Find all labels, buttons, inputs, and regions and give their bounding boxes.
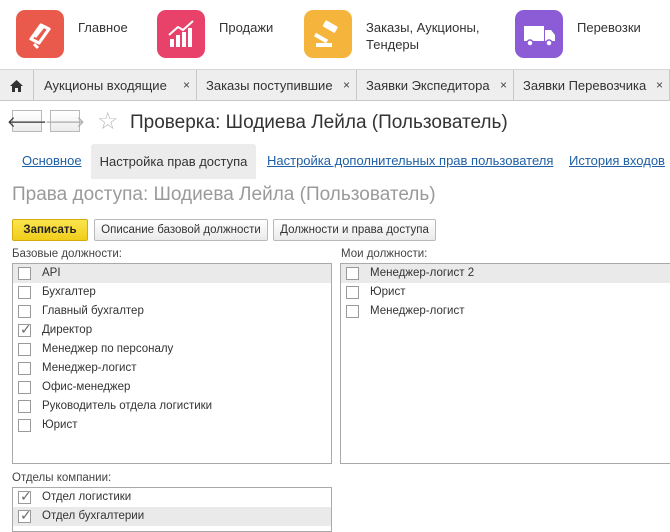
list-item[interactable]: Директор	[13, 321, 331, 340]
departments-list: Отдел логистики Отдел бухгалтерии	[12, 487, 332, 532]
list-item[interactable]: API	[13, 264, 331, 283]
list-item-label: Юрист	[370, 286, 406, 298]
list-item[interactable]: Менеджер-логист 2	[341, 264, 670, 283]
section-orders-label: Заказы, Аукционы, Тендеры	[366, 20, 480, 52]
save-button[interactable]: Записать	[12, 219, 88, 241]
tab-carrier-requests[interactable]: Заявки Перевозчика ×	[514, 70, 670, 101]
link-additional-rights[interactable]: Настройка дополнительных прав пользовате…	[267, 153, 553, 168]
section-transport-label: Перевозки	[577, 20, 641, 35]
forward-button[interactable]: 🡒	[45, 110, 85, 132]
close-icon[interactable]: ×	[656, 70, 663, 101]
checkbox[interactable]	[18, 381, 31, 394]
checkbox[interactable]	[18, 419, 31, 432]
list-item[interactable]: Офис-менеджер	[13, 378, 331, 397]
list-item-label: API	[42, 267, 61, 279]
arrow-right-icon: 🡒	[44, 112, 86, 131]
base-description-button[interactable]: Описание базовой должности	[94, 219, 268, 241]
list-item-label: Менеджер-логист	[370, 305, 465, 317]
home-button[interactable]	[0, 70, 34, 101]
home-icon	[10, 79, 23, 92]
link-login-history[interactable]: История входов	[569, 153, 665, 168]
tab-auctions-incoming[interactable]: Аукционы входящие ×	[35, 70, 197, 101]
base-positions-list: API Бухгалтер Главный бухгалтер Директор…	[12, 263, 332, 464]
list-item[interactable]: Менеджер по персоналу	[13, 340, 331, 359]
section-transport[interactable]: Перевозки	[515, 10, 670, 58]
open-windows-bar: Аукционы входящие × Заказы поступившие ×…	[0, 69, 670, 101]
close-icon[interactable]: ×	[500, 70, 507, 101]
main-icon	[16, 10, 64, 58]
list-item[interactable]: Менеджер-логист	[13, 359, 331, 378]
list-item[interactable]: Отдел бухгалтерии	[13, 507, 331, 526]
list-item-label: Менеджер-логист	[42, 362, 137, 374]
tab-forwarder-requests[interactable]: Заявки Экспедитора ×	[357, 70, 514, 101]
list-item[interactable]: Главный бухгалтер	[13, 302, 331, 321]
my-positions-list: Менеджер-логист 2 Юрист Менеджер-логист	[340, 263, 670, 464]
checkbox[interactable]	[18, 343, 31, 356]
list-item-label: Офис-менеджер	[42, 381, 131, 393]
list-item-label: Менеджер-логист 2	[370, 267, 475, 279]
my-positions-caption: Мои должности:	[341, 248, 428, 260]
checkbox[interactable]	[18, 267, 31, 280]
back-button[interactable]: 🡐	[7, 110, 47, 132]
checkbox[interactable]	[18, 305, 31, 318]
checkbox[interactable]	[18, 286, 31, 299]
positions-rights-button[interactable]: Должности и права доступа	[273, 219, 436, 241]
link-access-settings-active[interactable]: Настройка прав доступа	[91, 144, 256, 179]
list-item[interactable]: Руководитель отдела логистики	[13, 397, 331, 416]
tab-label: Заявки Перевозчика	[523, 78, 647, 93]
form-title: Проверка: Шодиева Лейла (Пользователь)	[130, 112, 508, 133]
favorite-star-icon[interactable]: ☆	[97, 108, 119, 136]
list-item-label: Менеджер по персоналу	[42, 343, 174, 355]
auction-gavel-icon	[304, 10, 352, 58]
list-item-label: Юрист	[42, 419, 78, 431]
list-item-label: Отдел логистики	[42, 491, 132, 503]
checkbox[interactable]	[346, 267, 359, 280]
checkbox[interactable]	[346, 286, 359, 299]
checkbox-checked[interactable]	[18, 507, 32, 526]
close-icon[interactable]: ×	[343, 70, 350, 101]
checkbox[interactable]	[346, 305, 359, 318]
list-item[interactable]: Менеджер-логист	[341, 302, 670, 321]
departments-caption: Отделы компании:	[12, 472, 112, 484]
checkbox-checked[interactable]	[18, 321, 32, 340]
sections-panel: Главное Продажи Заказы, Аукционы, Тендер…	[0, 0, 670, 68]
section-orders[interactable]: Заказы, Аукционы, Тендеры	[304, 10, 486, 58]
link-main[interactable]: Основное	[22, 153, 82, 168]
sales-chart-icon	[157, 10, 205, 58]
list-item-label: Отдел бухгалтерии	[42, 510, 145, 522]
list-item-label: Бухгалтер	[42, 286, 96, 298]
close-icon[interactable]: ×	[183, 70, 190, 101]
tab-label: Аукционы входящие	[44, 78, 167, 93]
arrow-left-icon: 🡐	[6, 112, 48, 131]
tab-label: Заявки Экспедитора	[366, 78, 490, 93]
tab-label: Заказы поступившие	[206, 78, 333, 93]
access-rights-title: Права доступа: Шодиева Лейла (Пользовате…	[12, 184, 436, 205]
truck-icon	[515, 10, 563, 58]
checkbox[interactable]	[18, 400, 31, 413]
checkbox-checked[interactable]	[18, 488, 32, 507]
checkbox[interactable]	[18, 362, 31, 375]
list-item[interactable]: Юрист	[13, 416, 331, 435]
list-item[interactable]: Отдел логистики	[13, 488, 331, 507]
list-item-label: Руководитель отдела логистики	[42, 400, 213, 412]
list-item[interactable]: Юрист	[341, 283, 670, 302]
list-item[interactable]: Бухгалтер	[13, 283, 331, 302]
list-item-label: Главный бухгалтер	[42, 305, 144, 317]
base-positions-caption: Базовые должности:	[12, 248, 122, 260]
list-item-label: Директор	[42, 324, 93, 336]
tab-orders-received[interactable]: Заказы поступившие ×	[197, 70, 357, 101]
